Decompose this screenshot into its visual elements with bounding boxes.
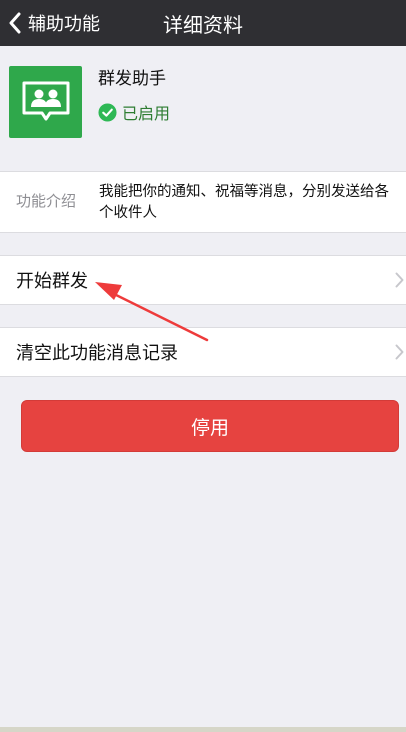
intro-description: 我能把你的通知、祝福等消息，分别发送给各个收件人 [99,184,389,221]
back-button[interactable]: 辅助功能 [8,0,100,46]
app-icon [9,66,82,138]
chevron-right-icon [395,272,404,288]
bottom-edge [0,727,406,732]
status-badge: 已启用 [98,100,170,124]
disable-button[interactable]: 停用 [21,400,399,452]
chevron-left-icon [9,12,21,34]
group-chat-icon [22,81,69,121]
clear-history-row[interactable]: 清空此功能消息记录 [0,327,406,377]
check-circle-icon [98,102,117,122]
intro-section: 功能介绍 我能把你的通知、祝福等消息，分别发送给各个收件人 [0,171,406,233]
status-text: 已启用 [122,104,171,123]
navigation-bar: 辅助功能 详细资料 [0,0,406,46]
clear-history-label: 清空此功能消息记录 [16,343,178,364]
start-broadcast-row[interactable]: 开始群发 [0,255,406,305]
chevron-right-icon [395,344,404,360]
back-button-label: 辅助功能 [28,14,100,35]
start-broadcast-label: 开始群发 [16,271,88,292]
app-name: 群发助手 [98,69,166,89]
intro-label: 功能介绍 [16,192,77,210]
profile-header: 群发助手 已启用 [0,46,406,150]
